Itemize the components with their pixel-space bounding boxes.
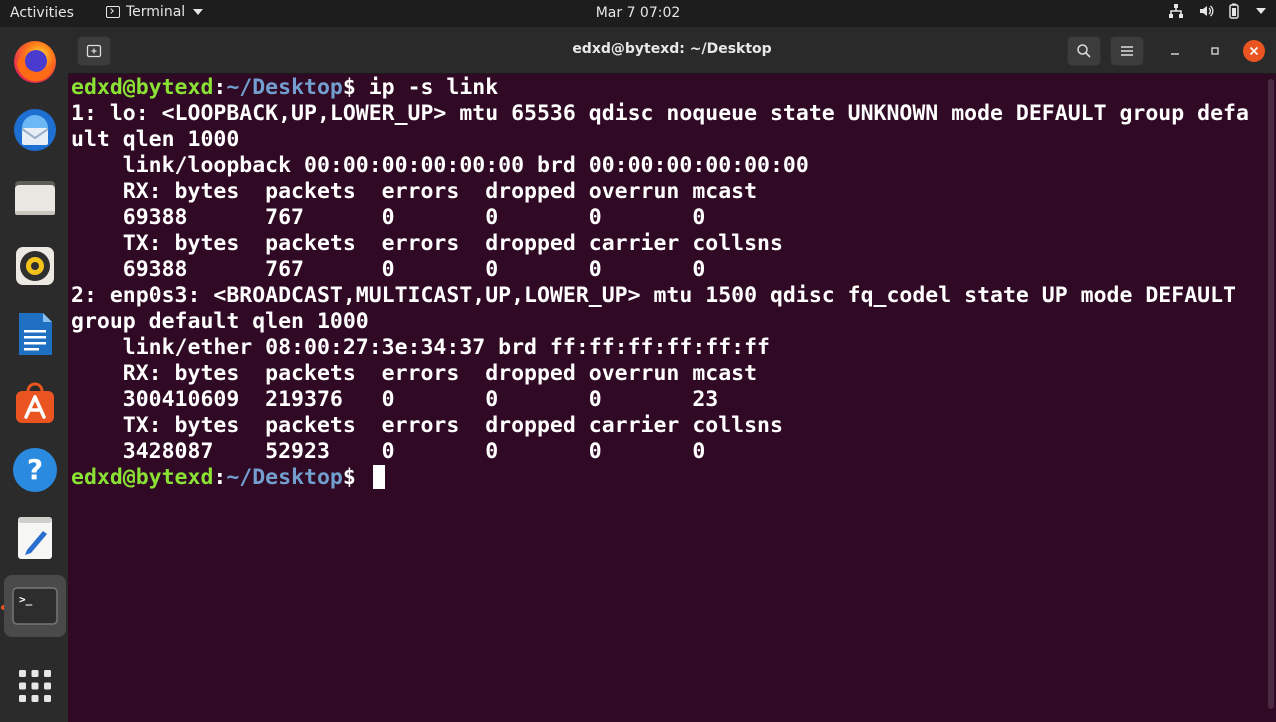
volume-icon [1198,3,1214,19]
caret-down-icon [193,9,204,15]
output-line: 69388 767 0 0 0 0 [71,257,706,282]
prompt-user: edxd@bytexd [71,465,214,490]
prompt-line: edxd@bytexd:~/Desktop$ [71,465,1263,491]
svg-text:>_: >_ [19,593,33,606]
prompt-dollar: $ [342,465,369,490]
command-text: ip -s link [368,75,499,100]
terminal-small-icon [106,6,120,18]
prompt-path: ~/Desktop [226,75,343,100]
dock-item-firefox[interactable] [4,31,66,93]
prompt-separator: : [213,75,227,100]
terminal-icon: >_ [12,587,58,625]
prompt-user: edxd@bytexd [71,75,214,100]
window-header-bar[interactable]: edxd@bytexd: ~/Desktop [68,27,1276,74]
maximize-button[interactable] [1204,40,1226,62]
output-line: link/ether 08:00:27:3e:34:37 brd ff:ff:f… [71,335,770,360]
menu-button[interactable] [1110,36,1144,66]
output-line: group default qlen 1000 [71,309,369,334]
output-line: TX: bytes packets errors dropped carrier… [71,231,783,256]
new-tab-icon [86,44,102,58]
output-line: RX: bytes packets errors dropped overrun… [71,361,758,386]
system-tray[interactable] [1168,3,1266,19]
dock-item-rhythmbox[interactable] [4,235,66,297]
terminal-content[interactable]: edxd@bytexd:~/Desktop$ ip -s link 1: lo:… [71,74,1263,715]
close-icon [1249,46,1259,56]
maximize-icon [1211,47,1219,55]
text-editor-icon [18,517,52,559]
scrollbar[interactable] [1268,79,1274,709]
output-line: RX: bytes packets errors dropped overrun… [71,179,758,204]
activities-button[interactable]: Activities [10,5,74,21]
dock-item-text-editor[interactable] [4,507,66,569]
system-menu-caret-icon [1256,8,1266,14]
minimize-icon [1171,53,1179,55]
clock[interactable]: Mar 7 07:02 [596,5,681,21]
prompt-separator: : [213,465,227,490]
output-line: 69388 767 0 0 0 0 [71,205,706,230]
text-cursor [372,465,385,489]
prompt-dollar: $ [342,75,369,100]
network-icon [1168,3,1184,19]
output-line: 3428087 52923 0 0 0 0 [71,439,706,464]
hamburger-menu-icon [1121,46,1133,56]
dock-item-show-applications[interactable] [4,655,66,717]
output-line: ult qlen 1000 [71,127,240,152]
output-line: 300410609 219376 0 0 0 23 [71,387,719,412]
dock: ? >_ [0,27,68,722]
terminal-window: edxd@bytexd: ~/Desktop edxd@bytexd:~/Des… [68,27,1276,722]
app-grid-icon [19,670,51,702]
software-icon [16,382,54,423]
output-line: 1: lo: <LOOPBACK,UP,LOWER_UP> mtu 65536 … [71,101,1249,126]
close-button[interactable] [1243,40,1265,62]
dock-item-terminal[interactable]: >_ [4,575,66,637]
minimize-button[interactable] [1164,40,1186,62]
search-icon [1077,44,1091,58]
command-line: edxd@bytexd:~/Desktop$ ip -s link [71,75,1263,101]
app-menu[interactable]: Terminal [106,4,204,20]
output-line: 2: enp0s3: <BROADCAST,MULTICAST,UP,LOWER… [71,283,1236,308]
top-bar: Activities Terminal Mar 7 07:02 [0,0,1276,27]
search-button[interactable] [1067,36,1101,66]
files-icon [15,181,55,215]
dock-item-writer[interactable] [4,303,66,365]
dock-item-help[interactable]: ? [4,439,66,501]
prompt-path: ~/Desktop [226,465,343,490]
dock-item-files[interactable] [4,167,66,229]
new-tab-button[interactable] [77,36,111,66]
firefox-icon [14,41,56,83]
help-icon: ? [13,448,57,492]
rhythmbox-icon [16,247,54,285]
svg-text:?: ? [27,453,43,486]
thunderbird-icon [14,109,56,151]
writer-icon [19,313,52,355]
app-menu-label: Terminal [126,4,186,20]
output-line: link/loopback 00:00:00:00:00:00 brd 00:0… [71,153,809,178]
dock-item-thunderbird[interactable] [4,99,66,161]
dock-item-software[interactable] [4,371,66,433]
battery-icon [1228,3,1240,19]
output-line: TX: bytes packets errors dropped carrier… [71,413,783,438]
